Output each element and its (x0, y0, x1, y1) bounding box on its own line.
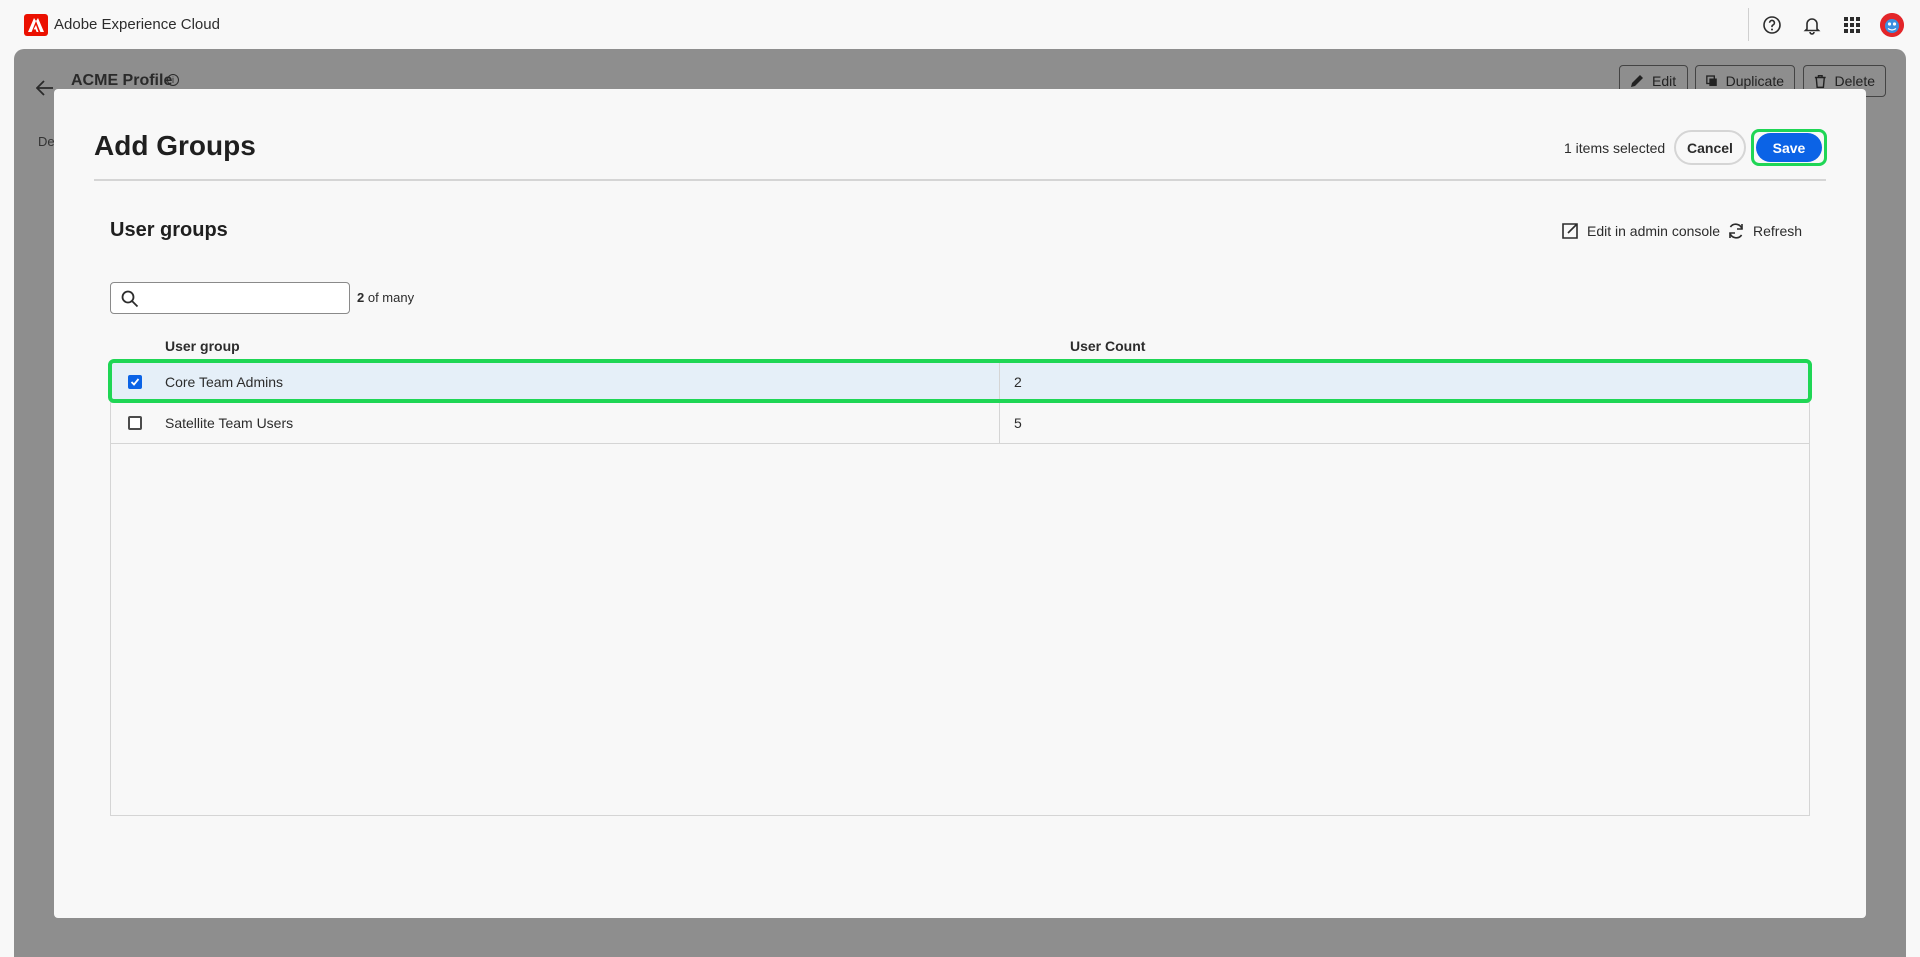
table-row[interactable]: Satellite Team Users 5 (111, 403, 1809, 444)
profile-title: ACME Profile (71, 72, 173, 89)
user-groups-table: User group User Count Core Team Admins 2… (108, 331, 1812, 816)
info-icon[interactable]: i (167, 74, 179, 86)
result-count: 2 of many (357, 290, 414, 305)
table-body: Core Team Admins 2 Satellite Team Users … (108, 359, 1812, 816)
external-link-icon (1562, 223, 1578, 239)
bell-icon[interactable] (1800, 13, 1824, 37)
search-field[interactable] (110, 282, 350, 314)
refresh-icon (1729, 223, 1743, 239)
checkmark-icon (130, 378, 140, 386)
cancel-button[interactable]: Cancel (1674, 130, 1746, 165)
table-row[interactable]: Core Team Admins 2 (108, 359, 1812, 403)
pencil-icon (1631, 75, 1643, 87)
column-divider (999, 362, 1000, 402)
duplicate-button-label: Duplicate (1725, 73, 1784, 89)
dialog-title: Add Groups (94, 130, 256, 161)
header-divider (94, 179, 1826, 181)
row-checkbox[interactable] (128, 416, 142, 430)
user-count-cell: 2 (1014, 374, 1022, 390)
column-divider (999, 403, 1000, 443)
save-button[interactable]: Save (1756, 133, 1822, 162)
refresh-label: Refresh (1753, 223, 1803, 239)
refresh-button[interactable]: Refresh (1727, 222, 1802, 240)
user-count-cell: 5 (1014, 415, 1022, 431)
edit-in-admin-console-link[interactable]: Edit in admin console (1561, 222, 1720, 240)
edit-in-admin-console-label: Edit in admin console (1587, 223, 1721, 239)
help-icon[interactable] (1760, 13, 1784, 37)
adobe-logo-icon[interactable] (24, 14, 48, 36)
shell-divider (1748, 8, 1749, 41)
row-highlight (108, 359, 1812, 403)
group-name-cell: Satellite Team Users (165, 415, 294, 431)
search-input[interactable] (145, 287, 341, 309)
column-header-user-group[interactable]: User group (165, 338, 240, 354)
selected-count: 1 items selected (1564, 140, 1666, 156)
search-icon (121, 290, 139, 308)
back-arrow-icon[interactable] (35, 80, 54, 101)
row-checkbox[interactable] (128, 375, 142, 389)
edit-button-label: Edit (1652, 73, 1677, 89)
app-title[interactable]: Adobe Experience Cloud (54, 16, 220, 33)
add-groups-dialog: Add Groups 1 items selected Cancel Save … (54, 89, 1866, 918)
apps-grid-icon[interactable] (1840, 13, 1864, 37)
trash-icon (1814, 74, 1826, 88)
section-title: User groups (110, 219, 228, 241)
result-count-suffix: of many (364, 290, 415, 305)
background-tab[interactable]: De (38, 134, 55, 149)
shell-bar: Adobe Experience Cloud (0, 0, 1920, 49)
group-name-cell: Core Team Admins (165, 374, 284, 390)
delete-button-label: Delete (1834, 73, 1875, 89)
table-header: User group User Count (110, 331, 1810, 361)
column-header-user-count[interactable]: User Count (1070, 338, 1145, 354)
avatar[interactable] (1880, 13, 1904, 37)
duplicate-icon (1706, 75, 1717, 86)
